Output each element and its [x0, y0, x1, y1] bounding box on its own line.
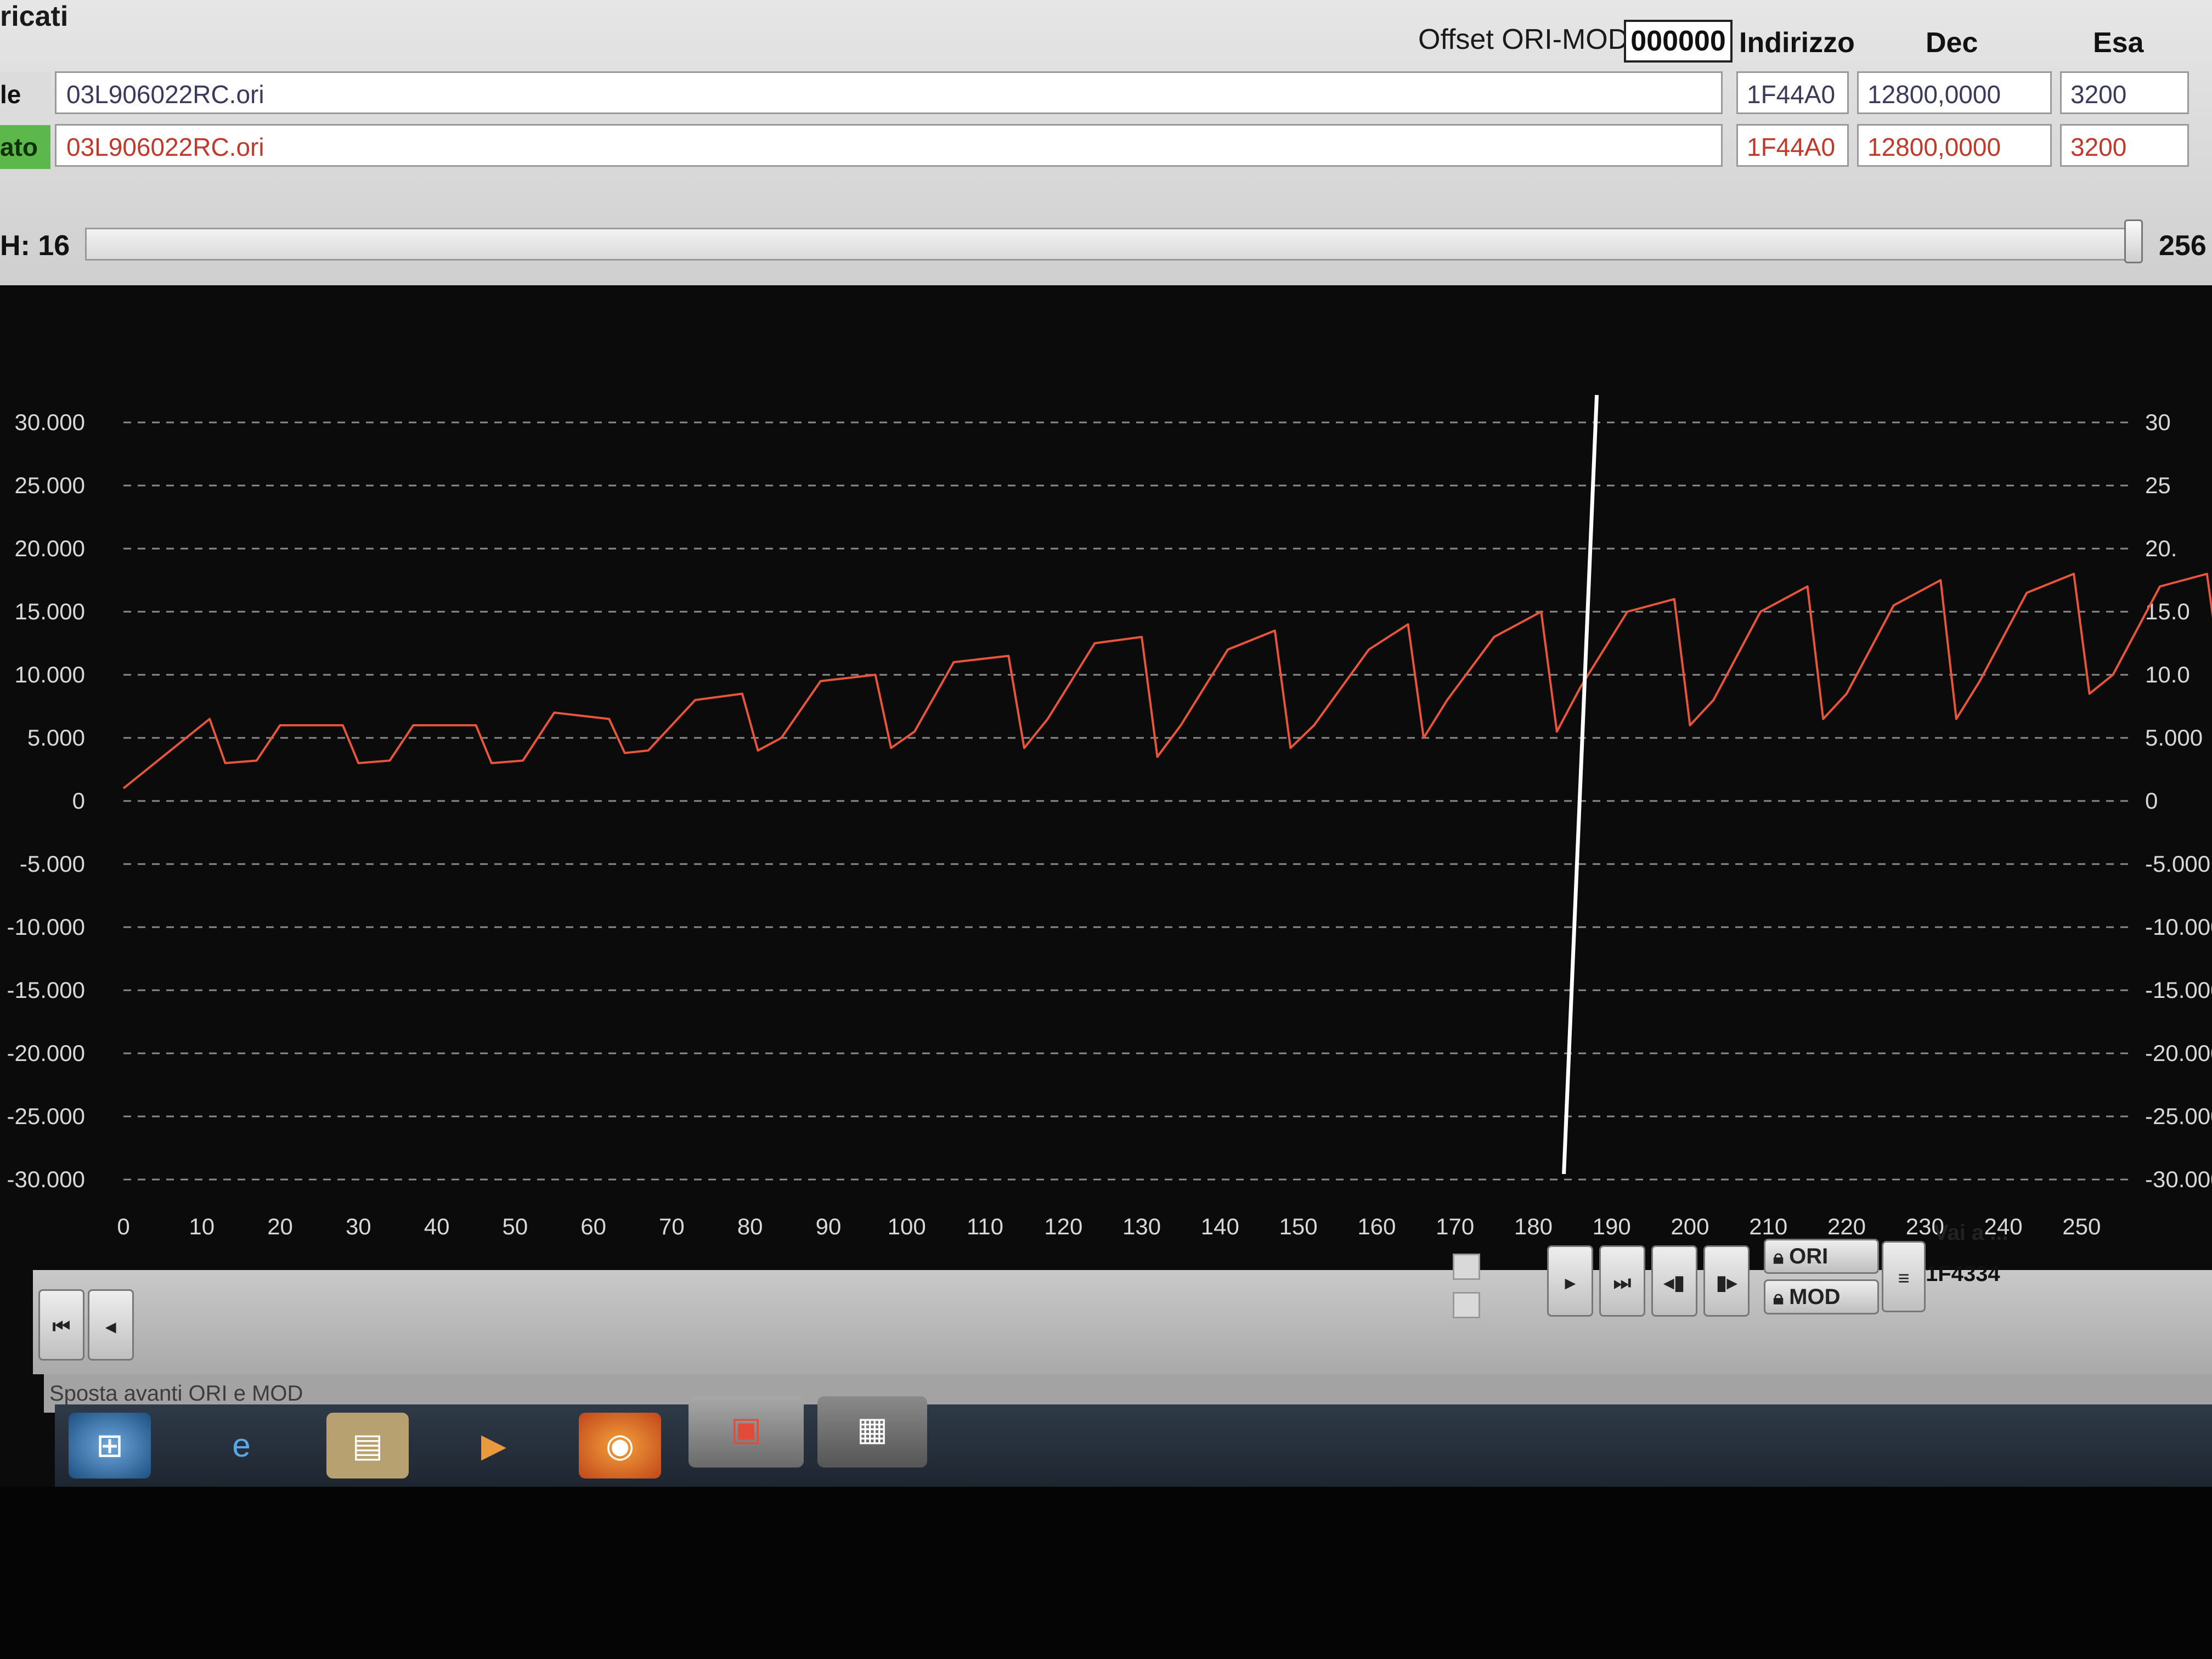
- x-tick-label: 40: [424, 1214, 450, 1239]
- y-tick-label-right: 25: [2145, 472, 2171, 498]
- y-tick-label-right: 20.: [2145, 535, 2177, 561]
- y-tick-label-left: -5.000: [20, 851, 85, 877]
- map-line-chart[interactable]: 30.00025.00020.00015.00010.0005.0000-5.0…: [0, 285, 2212, 1273]
- x-tick-label: 130: [1122, 1214, 1161, 1239]
- x-tick-label: 160: [1357, 1214, 1396, 1239]
- x-tick-label: 140: [1201, 1214, 1239, 1239]
- file-header-panel: ricati Offset ORI-MOD 000000 Indirizzo D…: [0, 0, 2212, 285]
- y-tick-label-left: -25.000: [7, 1103, 85, 1129]
- monitor-screen: ricati Offset ORI-MOD 000000 Indirizzo D…: [0, 0, 2212, 1487]
- y-tick-label-left: 10.000: [15, 662, 85, 687]
- y-tick-label-left: 15.000: [15, 599, 85, 624]
- y-tick-label-left: 25.000: [15, 472, 85, 498]
- x-tick-label: 170: [1436, 1214, 1474, 1239]
- y-tick-label-right: -15.000: [2145, 977, 2212, 1003]
- explorer-icon[interactable]: ▤: [326, 1413, 409, 1479]
- x-tick-label: 80: [737, 1214, 763, 1239]
- calculator-icon[interactable]: ▦: [817, 1396, 927, 1468]
- h-slider-label: H: 16: [0, 230, 70, 262]
- chart-background: [0, 285, 2212, 1273]
- app-icon[interactable]: ▣: [689, 1396, 804, 1468]
- modified-dec-field[interactable]: 12800,0000: [1857, 124, 2052, 167]
- column-header-dec: Dec: [1926, 27, 1978, 59]
- x-tick-label: 200: [1671, 1214, 1709, 1239]
- original-hex-field[interactable]: 3200: [2060, 71, 2189, 114]
- y-tick-label-right: 30: [2145, 409, 2171, 435]
- x-tick-label: 70: [659, 1214, 685, 1239]
- start-orb-icon[interactable]: ⊞: [69, 1413, 151, 1479]
- row-label-original: le: [0, 72, 50, 116]
- y-tick-label-left: -30.000: [7, 1166, 85, 1192]
- original-address-field[interactable]: 1F44A0: [1736, 71, 1849, 114]
- h-slider-track[interactable]: [85, 228, 2137, 261]
- prev-step-button[interactable]: ◂: [88, 1289, 134, 1361]
- x-tick-label: 250: [2062, 1214, 2101, 1239]
- x-tick-label: 180: [1514, 1214, 1553, 1239]
- column-header-address: Indirizzo: [1739, 27, 1855, 59]
- goto-address-field[interactable]: 1F4334: [1926, 1262, 2000, 1286]
- h-slider-thumb[interactable]: [2124, 219, 2143, 263]
- x-tick-label: 120: [1044, 1214, 1082, 1239]
- step-forward-button[interactable]: ▮▸: [1703, 1245, 1750, 1317]
- last-button[interactable]: ⏭: [1599, 1245, 1645, 1317]
- y-tick-label-left: 5.000: [27, 725, 85, 751]
- mod-lock-label: MOD: [1789, 1285, 1841, 1309]
- y-tick-label-right: 10.0: [2145, 662, 2190, 687]
- x-tick-label: 90: [816, 1214, 842, 1239]
- original-file-field[interactable]: 03L906022RC.ori: [55, 71, 1723, 114]
- ori-checkbox[interactable]: [1453, 1254, 1480, 1280]
- x-tick-label: 0: [117, 1214, 129, 1239]
- flag-icon-button[interactable]: ≡: [1882, 1241, 1926, 1312]
- y-tick-label-right: -30.000: [2145, 1166, 2212, 1192]
- y-tick-label-left: -20.000: [7, 1040, 85, 1066]
- y-tick-label-left: 30.000: [15, 409, 85, 435]
- goto-label: Vai a ...: [1934, 1221, 2008, 1245]
- media-player-icon[interactable]: ▶: [453, 1413, 535, 1479]
- column-header-hex: Esa: [2093, 27, 2144, 59]
- ori-lock-label: ORI: [1789, 1244, 1829, 1268]
- y-tick-label-right: -5.000: [2145, 851, 2210, 877]
- x-tick-label: 20: [267, 1214, 293, 1239]
- lock-icon: 🔒︎: [1773, 1286, 1784, 1308]
- modified-address-field[interactable]: 1F44A0: [1736, 124, 1849, 167]
- firefox-icon[interactable]: ◉: [579, 1413, 661, 1479]
- x-tick-label: 50: [503, 1214, 528, 1239]
- x-tick-label: 210: [1749, 1214, 1787, 1239]
- x-tick-label: 110: [967, 1214, 1003, 1239]
- y-tick-label-right: -10.000: [2145, 914, 2212, 940]
- y-tick-label-left: 20.000: [15, 535, 85, 561]
- row-label-modified: ato: [0, 125, 50, 169]
- mod-lock-button[interactable]: 🔒︎ MOD: [1764, 1279, 1879, 1314]
- y-tick-label-left: -15.000: [7, 977, 85, 1003]
- modified-hex-field[interactable]: 3200: [2060, 124, 2189, 167]
- lock-icon: 🔒︎: [1773, 1245, 1784, 1268]
- ie-icon[interactable]: e: [200, 1413, 283, 1479]
- x-tick-label: 100: [888, 1214, 926, 1239]
- mod-checkbox[interactable]: [1453, 1292, 1480, 1318]
- y-tick-label-right: 5.000: [2145, 725, 2203, 751]
- x-tick-label: 190: [1593, 1214, 1631, 1239]
- y-tick-label-right: -25.000: [2145, 1103, 2212, 1129]
- x-tick-label: 220: [1827, 1214, 1866, 1239]
- step-back-button[interactable]: ◂▮: [1651, 1245, 1697, 1317]
- modified-file-field[interactable]: 03L906022RC.ori: [55, 124, 1723, 167]
- offset-value-field[interactable]: 000000: [1624, 20, 1733, 63]
- y-tick-label-left: -10.000: [7, 914, 85, 940]
- window-title: ricati: [0, 1, 69, 32]
- y-tick-label-left: 0: [72, 788, 85, 814]
- first-button[interactable]: ⏮: [38, 1289, 84, 1361]
- y-tick-label-right: -20.000: [2145, 1040, 2212, 1066]
- x-tick-label: 60: [580, 1214, 606, 1239]
- original-dec-field[interactable]: 12800,0000: [1857, 71, 2052, 114]
- h-slider-max-label: 256: [2159, 230, 2207, 262]
- y-tick-label-right: 0: [2145, 788, 2158, 814]
- x-tick-label: 30: [346, 1214, 371, 1239]
- play-forward-button[interactable]: ▸: [1547, 1245, 1593, 1317]
- x-tick-label: 10: [189, 1214, 215, 1239]
- offset-label: Offset ORI-MOD: [1418, 24, 1629, 55]
- ori-lock-button[interactable]: 🔒︎ ORI: [1764, 1239, 1879, 1274]
- x-tick-label: 150: [1279, 1214, 1318, 1239]
